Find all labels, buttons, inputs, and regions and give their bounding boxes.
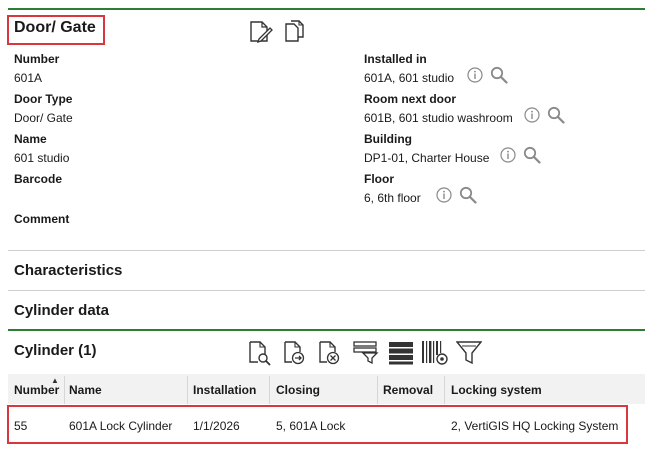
cell-installation: 1/1/2026: [193, 419, 240, 433]
search-icon[interactable]: [547, 106, 565, 124]
field-label-barcode: Barcode: [14, 172, 63, 186]
field-value-number: 601A: [14, 71, 43, 85]
cell-locking-system: 2, VertiGIS HQ Locking System: [451, 419, 619, 433]
cylinder-section-header: Cylinder (1): [14, 342, 97, 359]
section-divider-green: [8, 329, 645, 331]
field-label-building: Building: [364, 132, 412, 146]
cell-number: 55: [14, 419, 28, 433]
cell-closing: 5, 601A Lock: [276, 419, 346, 433]
characteristics-section-header[interactable]: Characteristics: [14, 262, 122, 279]
table-header: [8, 374, 645, 404]
export-document-icon[interactable]: [283, 340, 307, 366]
column-header-removal[interactable]: Removal: [383, 383, 433, 397]
cell-name: 601A Lock Cylinder: [69, 419, 173, 433]
page-title: Door/ Gate: [14, 19, 96, 36]
field-value-name: 601 studio: [14, 151, 70, 165]
info-icon[interactable]: [500, 147, 516, 163]
column-header-closing[interactable]: Closing: [276, 383, 320, 397]
info-icon[interactable]: [467, 67, 483, 83]
field-label-name: Name: [14, 132, 47, 146]
view-document-icon[interactable]: [248, 340, 272, 366]
field-label-floor: Floor: [364, 172, 394, 186]
column-header-name[interactable]: Name: [69, 383, 102, 397]
cylinder-data-section-header[interactable]: Cylinder data: [14, 302, 109, 319]
column-separator: [64, 376, 65, 404]
funnel-filter-icon[interactable]: [456, 340, 482, 366]
column-header-number[interactable]: Number: [14, 383, 59, 397]
field-value-floor: 6, 6th floor: [364, 191, 421, 205]
field-value-room-next-door: 601B, 601 studio washroom: [364, 111, 513, 125]
column-separator: [444, 376, 445, 404]
column-separator: [187, 376, 188, 404]
filter-rows-icon[interactable]: [353, 340, 379, 364]
remove-document-icon[interactable]: [318, 340, 342, 366]
field-value-door-type: Door/ Gate: [14, 111, 73, 125]
field-value-installed-in: 601A, 601 studio: [364, 71, 455, 85]
column-header-installation[interactable]: Installation: [193, 383, 256, 397]
search-icon[interactable]: [523, 146, 541, 164]
field-label-room-next-door: Room next door: [364, 92, 456, 106]
field-label-installed-in: Installed in: [364, 52, 427, 66]
field-label-number: Number: [14, 52, 60, 66]
info-icon[interactable]: [436, 187, 452, 203]
barcode-settings-icon[interactable]: [421, 340, 449, 366]
top-divider: [8, 8, 645, 10]
field-label-door-type: Door Type: [14, 92, 73, 106]
copy-document-icon[interactable]: [284, 19, 306, 43]
edit-document-icon[interactable]: [248, 20, 274, 44]
info-icon[interactable]: [524, 107, 540, 123]
search-icon[interactable]: [459, 186, 477, 204]
column-separator: [269, 376, 270, 404]
field-value-building: DP1-01, Charter House: [364, 151, 490, 165]
section-divider: [8, 250, 645, 251]
column-header-locking-system[interactable]: Locking system: [451, 383, 542, 397]
list-view-icon[interactable]: [388, 341, 414, 365]
field-label-comment: Comment: [14, 212, 70, 226]
column-separator: [377, 376, 378, 404]
search-icon[interactable]: [490, 66, 508, 84]
section-divider: [8, 290, 645, 291]
